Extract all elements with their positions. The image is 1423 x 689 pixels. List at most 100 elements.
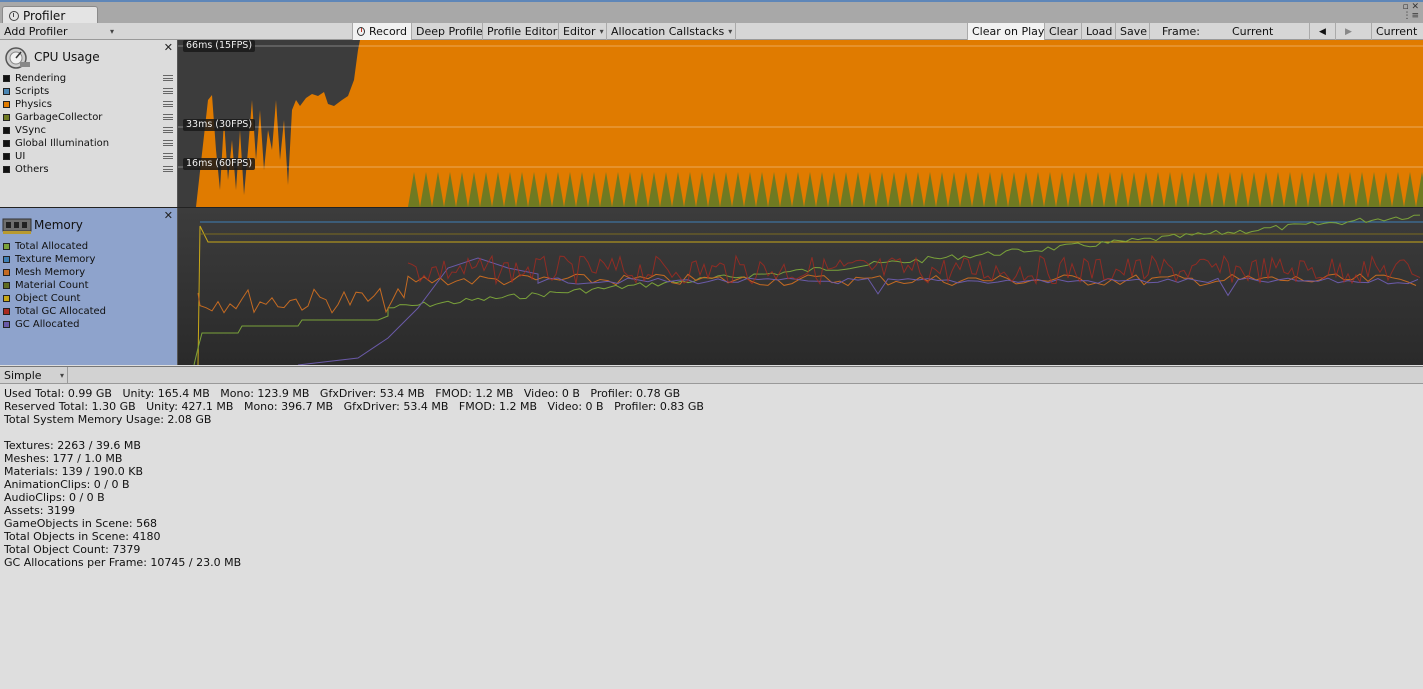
frame-indicator: Frame: Current bbox=[1149, 23, 1309, 40]
profile-editor-button[interactable]: Profile Editor bbox=[482, 23, 558, 40]
cpu-legend-label: UI bbox=[15, 151, 26, 162]
cpu-module-title: CPU Usage bbox=[34, 50, 100, 64]
window-menu-icon[interactable]: ⋮≡ bbox=[1402, 12, 1419, 21]
cpu-legend-swatch[interactable] bbox=[3, 75, 10, 82]
memory-legend-swatch[interactable] bbox=[3, 269, 10, 276]
profiler-tab-label: Profiler bbox=[23, 9, 66, 23]
cpu-legend-swatch[interactable] bbox=[3, 140, 10, 147]
previous-frame-button[interactable]: ◀ bbox=[1309, 23, 1335, 40]
memory-legend-item[interactable]: GC Allocated bbox=[3, 318, 173, 331]
memory-legend-item[interactable]: Material Count bbox=[3, 279, 173, 292]
clear-on-play-button[interactable]: Clear on Play bbox=[967, 23, 1044, 40]
cpu-legend-item[interactable]: Physics bbox=[3, 98, 173, 111]
allocation-callstacks-label: Allocation Callstacks bbox=[611, 25, 725, 38]
cpu-legend-swatch[interactable] bbox=[3, 153, 10, 160]
cpu-physics-area bbox=[178, 40, 1423, 207]
memory-stats-panel: Used Total: 0.99 GB Unity: 165.4 MB Mono… bbox=[4, 387, 704, 569]
fps-marker-30: 33ms (30FPS) bbox=[183, 119, 256, 131]
close-cpu-module-icon[interactable]: ✕ bbox=[164, 41, 173, 54]
stat-line: Total Object Count: 7379 bbox=[4, 543, 141, 556]
memory-legend-label: Mesh Memory bbox=[15, 267, 86, 278]
memory-legend-swatch[interactable] bbox=[3, 243, 10, 250]
cpu-legend-item[interactable]: Global Illumination bbox=[3, 137, 173, 150]
memory-legend: Total Allocated Texture Memory Mesh Memory… bbox=[3, 240, 173, 331]
drag-handle-icon[interactable] bbox=[163, 153, 173, 159]
cpu-legend-item[interactable]: Scripts bbox=[3, 85, 173, 98]
cpu-usage-graph[interactable]: 66ms (15FPS) 33ms (30FPS) 16ms (60FPS) bbox=[178, 40, 1423, 207]
cpu-legend-swatch[interactable] bbox=[3, 127, 10, 134]
add-profiler-dropdown[interactable]: Add Profiler bbox=[0, 23, 118, 40]
close-memory-module-icon[interactable]: ✕ bbox=[164, 209, 173, 222]
memory-legend-label: Texture Memory bbox=[15, 254, 96, 265]
view-mode-dropdown[interactable]: Simple bbox=[0, 367, 68, 384]
memory-legend-label: Total GC Allocated bbox=[15, 306, 107, 317]
cpu-legend-swatch[interactable] bbox=[3, 166, 10, 173]
memory-graph[interactable] bbox=[178, 208, 1423, 365]
profile-editor-label: Profile Editor bbox=[487, 25, 558, 38]
deep-profile-button[interactable]: Deep Profile bbox=[411, 23, 483, 40]
cpu-module-header: CPU Usage bbox=[0, 44, 100, 70]
frame-label: Frame: bbox=[1162, 25, 1200, 38]
frame-value: Current bbox=[1231, 25, 1274, 38]
drag-handle-icon[interactable] bbox=[163, 166, 173, 172]
cpu-legend-label: Others bbox=[15, 164, 49, 175]
memory-module[interactable]: Memory ✕ Total Allocated Texture Memory Me… bbox=[0, 208, 178, 365]
cpu-legend-item[interactable]: VSync bbox=[3, 124, 173, 137]
memory-legend-label: Total Allocated bbox=[15, 241, 89, 252]
cpu-legend: Rendering Scripts Physics GarbageCollector V… bbox=[3, 72, 173, 176]
stat-line: Textures: 2263 / 39.6 MB bbox=[4, 439, 141, 452]
memory-legend-item[interactable]: Object Count bbox=[3, 292, 173, 305]
cpu-legend-swatch[interactable] bbox=[3, 114, 10, 121]
editor-target-dropdown[interactable]: Editor bbox=[558, 23, 606, 40]
stat-line: Materials: 139 / 190.0 KB bbox=[4, 465, 144, 478]
cpu-legend-item[interactable]: UI bbox=[3, 150, 173, 163]
cpu-legend-label: Global Illumination bbox=[15, 138, 110, 149]
memory-legend-swatch[interactable] bbox=[3, 295, 10, 302]
memory-legend-swatch[interactable] bbox=[3, 256, 10, 263]
detail-toolbar: Simple bbox=[0, 366, 1423, 384]
next-frame-button[interactable]: ▶ bbox=[1335, 23, 1361, 40]
fps-marker-60: 16ms (60FPS) bbox=[183, 158, 256, 170]
cpu-legend-item[interactable]: Rendering bbox=[3, 72, 173, 85]
memory-module-header: Memory bbox=[0, 212, 83, 238]
record-button[interactable]: Record bbox=[352, 23, 411, 40]
memory-legend-swatch[interactable] bbox=[3, 308, 10, 315]
stat-line: Total Objects in Scene: 4180 bbox=[4, 530, 161, 543]
cpu-legend-item[interactable]: Others bbox=[3, 163, 173, 176]
allocation-callstacks-dropdown[interactable]: Allocation Callstacks bbox=[606, 23, 736, 40]
clear-button[interactable]: Clear bbox=[1044, 23, 1081, 40]
stat-line: Used Total: 0.99 GB Unity: 165.4 MB Mono… bbox=[4, 387, 681, 400]
cpu-legend-label: VSync bbox=[15, 125, 46, 136]
drag-handle-icon[interactable] bbox=[163, 140, 173, 146]
drag-handle-icon[interactable] bbox=[163, 75, 173, 81]
memory-legend-item[interactable]: Mesh Memory bbox=[3, 266, 173, 279]
memory-legend-swatch[interactable] bbox=[3, 321, 10, 328]
profiler-clock-icon bbox=[9, 11, 19, 21]
profiler-toolbar: Add Profiler Record Deep Profile Profile… bbox=[0, 23, 1423, 40]
cpu-legend-swatch[interactable] bbox=[3, 101, 10, 108]
drag-handle-icon[interactable] bbox=[163, 127, 173, 133]
current-frame-label: Current bbox=[1376, 25, 1418, 38]
memory-legend-swatch[interactable] bbox=[3, 282, 10, 289]
cpu-usage-module[interactable]: CPU Usage ✕ Rendering Scripts Physics Garba… bbox=[0, 40, 178, 207]
load-button[interactable]: Load bbox=[1081, 23, 1115, 40]
drag-handle-icon[interactable] bbox=[163, 88, 173, 94]
cpu-legend-swatch[interactable] bbox=[3, 88, 10, 95]
memory-legend-item[interactable]: Total Allocated bbox=[3, 240, 173, 253]
memory-legend-label: GC Allocated bbox=[15, 319, 80, 330]
stat-line: Assets: 3199 bbox=[4, 504, 75, 517]
memory-legend-item[interactable]: Texture Memory bbox=[3, 253, 173, 266]
current-frame-button[interactable]: Current bbox=[1371, 23, 1423, 40]
fps-marker-15: 66ms (15FPS) bbox=[183, 40, 256, 52]
next-frame-icon: ▶ bbox=[1345, 26, 1352, 37]
drag-handle-icon[interactable] bbox=[163, 114, 173, 120]
memory-legend-item[interactable]: Total GC Allocated bbox=[3, 305, 173, 318]
cpu-legend-item[interactable]: GarbageCollector bbox=[3, 111, 173, 124]
save-button[interactable]: Save bbox=[1115, 23, 1149, 40]
clear-label: Clear bbox=[1049, 25, 1078, 38]
drag-handle-icon[interactable] bbox=[163, 101, 173, 107]
stat-line: Total System Memory Usage: 2.08 GB bbox=[4, 413, 212, 426]
stat-line: AudioClips: 0 / 0 B bbox=[4, 491, 105, 504]
stat-spacer bbox=[4, 426, 704, 439]
add-profiler-label: Add Profiler bbox=[4, 25, 68, 38]
